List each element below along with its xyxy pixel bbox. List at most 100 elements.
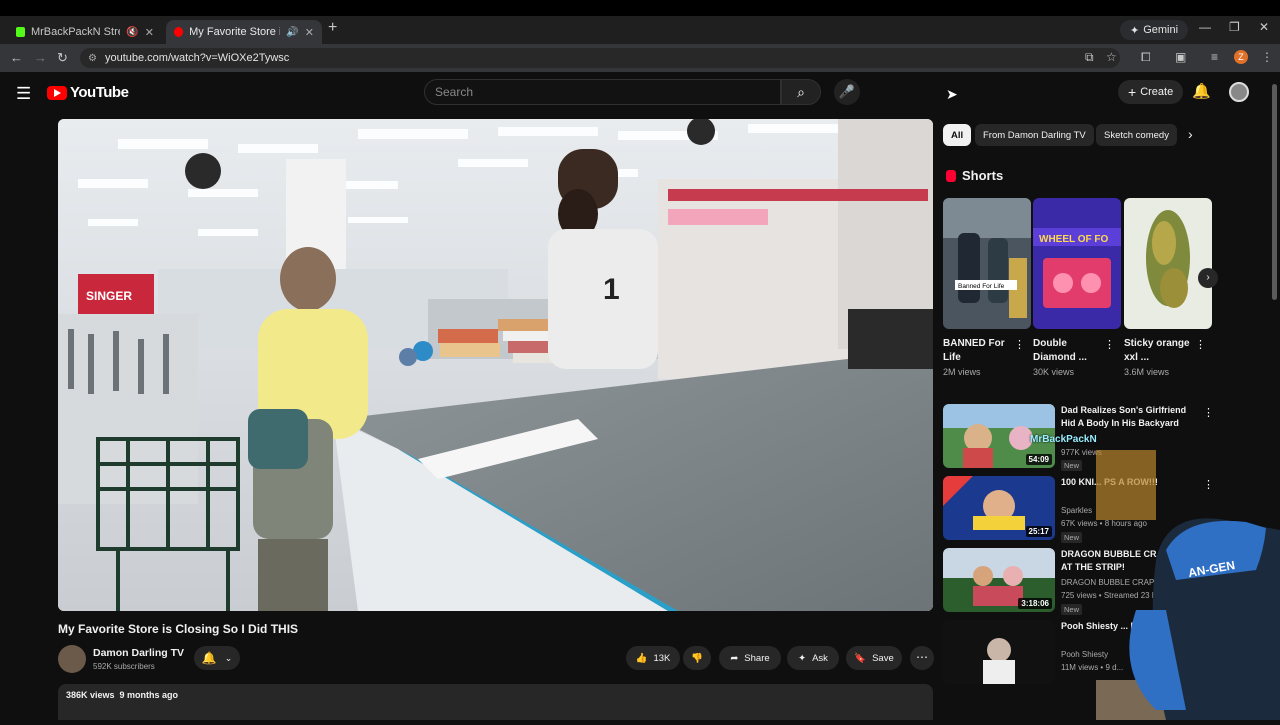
tab-youtube-video[interactable]: My Favorite Store is Closing 🔊 ✕ xyxy=(166,20,322,44)
account-avatar[interactable] xyxy=(1229,82,1249,102)
tab-title: MrBackPackN Stream - Watch xyxy=(30,26,120,38)
subscriber-count: 592K subscribers xyxy=(93,662,155,671)
short-views: 30K views xyxy=(1033,367,1075,377)
split-view-icon[interactable]: ▣ xyxy=(1175,50,1186,64)
save-button[interactable]: 🔖 Save xyxy=(846,646,902,670)
youtube-play-logo-icon xyxy=(47,85,67,100)
short-title: BANNED For Life xyxy=(943,338,1005,363)
more-options-icon[interactable]: ⋮ xyxy=(1104,338,1115,351)
search-input[interactable]: Search xyxy=(424,79,781,105)
video-player[interactable]: SINGER 1 xyxy=(58,119,933,611)
short-card[interactable]: Banned For Life BANNED For Life 2M views… xyxy=(943,198,1031,377)
shorts-heading: Shorts xyxy=(946,168,1003,183)
site-info-icon[interactable]: ⚙ xyxy=(88,53,97,64)
short-views: 2M views xyxy=(943,367,981,377)
bookmark-star-icon[interactable]: ☆ xyxy=(1106,50,1117,64)
address-bar[interactable]: ⚙ youtube.com/watch?v=WiOXe2Tywsc xyxy=(80,48,1120,68)
voice-search-button[interactable]: 🎤 xyxy=(834,79,860,105)
plus-icon: + xyxy=(1128,84,1137,100)
video-duration: 3:18:06 xyxy=(1018,598,1052,609)
minimize-window-button[interactable]: — xyxy=(1199,20,1211,34)
search-button[interactable]: ⌕ xyxy=(781,79,821,105)
sparkle-icon: ✦ xyxy=(798,652,807,664)
muted-speaker-icon[interactable]: 🔇 xyxy=(126,27,138,38)
gemini-button[interactable]: ✦ Gemini xyxy=(1120,20,1189,40)
tab-title: My Favorite Store is Closing xyxy=(189,26,280,38)
notifications-bell-icon[interactable]: 🔔 xyxy=(1192,82,1211,100)
youtube-logo[interactable]: YouTube xyxy=(47,84,129,101)
description-box[interactable] xyxy=(58,684,933,720)
more-options-icon[interactable]: ⋮ xyxy=(1195,338,1206,351)
share-label: Share xyxy=(744,652,770,664)
new-badge: New xyxy=(1061,532,1083,543)
close-tab-icon[interactable]: ✕ xyxy=(305,26,314,39)
thumbs-up-icon: 👍 xyxy=(635,652,648,664)
close-window-button[interactable]: ✕ xyxy=(1259,20,1269,34)
subscription-notifications-button[interactable]: 🔔 ⌄ xyxy=(194,646,240,670)
save-label: Save xyxy=(872,652,894,664)
browser-menu-icon[interactable]: ⋮ xyxy=(1261,50,1273,64)
shorts-logo-icon xyxy=(946,169,956,182)
video-frame: SINGER 1 xyxy=(58,119,933,611)
ask-button[interactable]: ✦ Ask xyxy=(787,646,839,670)
short-card[interactable]: Sticky orange xxl ... 3.6M views ⋮ xyxy=(1124,198,1212,377)
more-actions-icon[interactable]: ⋯ xyxy=(910,646,934,670)
video-thumbnail[interactable] xyxy=(943,620,1055,684)
shorts-next-arrow-icon[interactable]: › xyxy=(1198,268,1218,288)
chips-next-arrow-icon[interactable]: › xyxy=(1188,126,1193,142)
hamburger-menu-icon[interactable]: ☰ xyxy=(16,84,31,104)
more-options-icon[interactable]: ⋮ xyxy=(1203,406,1214,419)
url-text: youtube.com/watch?v=WiOXe2Tywsc xyxy=(104,52,290,64)
dislike-button[interactable]: 👎 xyxy=(683,646,711,670)
short-thumbnail[interactable]: Banned For Life xyxy=(943,198,1031,329)
reload-button[interactable]: ↻ xyxy=(57,50,68,66)
chip-from-channel[interactable]: From Damon Darling TV xyxy=(975,124,1094,146)
streamer-name-tag: MrBackPackN xyxy=(1030,434,1097,445)
video-duration: 54:09 xyxy=(1025,454,1052,465)
video-thumbnail[interactable]: 25:17 xyxy=(943,476,1055,540)
extensions-icon[interactable]: ⧠ xyxy=(1141,50,1151,65)
short-thumbnail[interactable] xyxy=(1124,198,1212,329)
chip-sketch-comedy[interactable]: Sketch comedy xyxy=(1096,124,1177,146)
screen-top-strip xyxy=(0,0,1280,16)
profile-initial: Z xyxy=(1238,52,1244,62)
like-button[interactable]: 👍 13K xyxy=(626,646,680,670)
short-overlay-text: WHEEL OF FO xyxy=(1039,234,1108,245)
views-and-date: 386K views 9 months ago xyxy=(66,690,179,700)
channel-name[interactable]: Damon Darling TV xyxy=(93,647,184,659)
browser-profile-avatar[interactable]: Z xyxy=(1234,50,1248,64)
like-count: 13K xyxy=(653,652,671,664)
sparkle-icon: ✦ xyxy=(1130,24,1140,37)
channel-avatar[interactable] xyxy=(58,645,86,673)
tab-kick-stream[interactable]: MrBackPackN Stream - Watch 🔇 ✕ xyxy=(8,20,162,44)
youtube-wordmark: YouTube xyxy=(70,84,129,101)
kick-favicon-icon xyxy=(16,27,25,37)
short-overlay-text: Banned For Life xyxy=(958,283,1005,290)
install-app-icon[interactable]: ⧉ xyxy=(1085,50,1094,65)
singer-sign-text: SINGER xyxy=(86,289,132,303)
video-thumbnail[interactable]: 3:18:06 xyxy=(943,548,1055,612)
page-scrollbar[interactable] xyxy=(1272,84,1277,300)
create-button[interactable]: + Create xyxy=(1118,80,1184,104)
forward-button[interactable]: → xyxy=(34,50,47,65)
thumbs-down-icon: 👎 xyxy=(691,652,703,664)
back-button[interactable]: ← xyxy=(10,50,23,65)
more-options-icon[interactable]: ⋮ xyxy=(1014,338,1025,351)
save-playlist-icon: 🔖 xyxy=(854,652,867,664)
short-title: Double Diamond ... xyxy=(1033,338,1087,363)
media-controls-icon[interactable]: ≡ xyxy=(1211,50,1218,64)
video-title: My Favorite Store is Closing So I Did TH… xyxy=(58,622,299,636)
short-thumbnail[interactable]: WHEEL OF FO xyxy=(1033,198,1121,329)
short-card[interactable]: WHEEL OF FO Double Diamond ... 30K views… xyxy=(1033,198,1121,377)
share-arrow-icon: ➦ xyxy=(730,652,739,664)
close-tab-icon[interactable]: ✕ xyxy=(145,26,154,39)
speaker-icon[interactable]: 🔊 xyxy=(286,27,298,38)
new-tab-button[interactable]: + xyxy=(328,19,337,37)
share-button[interactable]: ➦ Share xyxy=(719,646,781,670)
svg-text:1: 1 xyxy=(603,273,620,306)
youtube-favicon-icon xyxy=(174,27,184,37)
chevron-down-icon: ⌄ xyxy=(224,652,233,663)
microphone-icon: 🎤 xyxy=(838,84,856,99)
maximize-window-button[interactable]: ❐ xyxy=(1229,20,1240,34)
chip-all[interactable]: All xyxy=(943,124,972,146)
